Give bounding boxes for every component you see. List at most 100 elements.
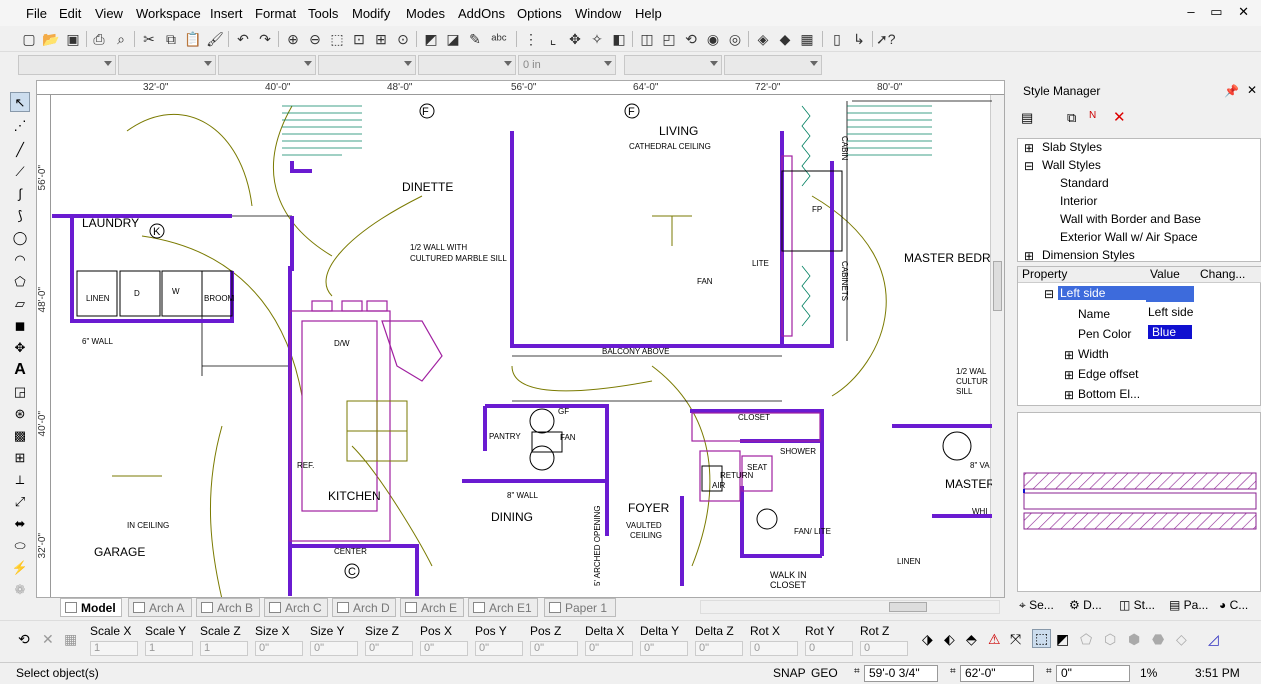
texture-icon[interactable]: ▦ — [798, 30, 816, 48]
filter-icon[interactable]: ▤ — [1021, 110, 1033, 126]
y-coord-field[interactable]: 62'-0" — [960, 665, 1034, 682]
collapse-icon[interactable]: ⊟ — [1044, 287, 1054, 301]
polygon-icon[interactable]: ⬠ — [10, 272, 30, 292]
transform-input[interactable]: 0" — [475, 641, 523, 656]
tab-selection[interactable]: ⌖ Se... — [1019, 598, 1054, 613]
fill-icon[interactable]: ◲ — [10, 382, 30, 402]
delete-icon[interactable]: ✕ — [1113, 108, 1126, 126]
light-icon[interactable]: ✧ — [588, 30, 606, 48]
transform-input[interactable]: 0 — [750, 641, 798, 656]
pin-icon[interactable]: 📌 — [1224, 84, 1239, 98]
color-icon[interactable]: ◈ — [754, 30, 772, 48]
pen-icon[interactable]: ✎ — [466, 30, 484, 48]
material-icon[interactable]: ◆ — [776, 30, 794, 48]
align-icon[interactable]: ⤧ — [1010, 631, 1021, 648]
expand-icon[interactable]: ⊞ — [1024, 249, 1034, 263]
box-icon[interactable]: ▱ — [10, 294, 30, 314]
tree-item-standard[interactable]: Standard — [1060, 176, 1109, 190]
menu-view[interactable]: View — [95, 6, 123, 21]
tab-arch-c[interactable]: Arch C — [264, 598, 328, 617]
transform-input[interactable]: 0" — [255, 641, 303, 656]
zoom-previous-icon[interactable]: ⊙ — [394, 30, 412, 48]
redo-icon[interactable]: ↷ — [256, 30, 274, 48]
transform-input[interactable]: 1 — [90, 641, 138, 656]
z-coord-field[interactable]: 0" — [1056, 665, 1130, 682]
format-painter-icon[interactable]: 🖌 — [206, 30, 224, 48]
geo-toggle[interactable]: GEO — [811, 666, 838, 680]
menu-file[interactable]: File — [26, 6, 47, 21]
solid-icon[interactable]: ◼ — [10, 316, 30, 336]
walk-icon[interactable]: ◉ — [704, 30, 722, 48]
layers-icon[interactable]: ◩ — [422, 30, 440, 48]
combo-8[interactable] — [724, 55, 822, 75]
menu-options[interactable]: Options — [517, 6, 562, 21]
tab-display[interactable]: ⚙ D... — [1069, 598, 1102, 612]
snap-grid-icon[interactable]: ⋮ — [522, 30, 540, 48]
zoom-out-icon[interactable]: ⊖ — [306, 30, 324, 48]
select-arrow-icon[interactable]: ↖ — [10, 92, 30, 112]
open-folder-icon[interactable]: 📂 — [42, 30, 60, 48]
x-coord-field[interactable]: 59'-0 3/4" — [864, 665, 938, 682]
copy-icon[interactable]: ⧉ — [162, 30, 180, 48]
horizontal-scroll-thumb[interactable] — [889, 602, 927, 612]
view-icon[interactable]: ◫ — [638, 30, 656, 48]
text-icon[interactable]: A — [10, 360, 30, 380]
tab-arch-d[interactable]: Arch D — [332, 598, 396, 617]
vertical-scrollbar[interactable] — [990, 95, 1004, 597]
print-preview-icon[interactable]: ⌕ — [112, 30, 130, 48]
group-icon[interactable]: ❁ — [10, 580, 30, 600]
arc-icon[interactable]: ◠ — [10, 250, 30, 270]
rename-icon[interactable]: N — [1089, 110, 1096, 121]
combo-2[interactable] — [118, 55, 216, 75]
orbit-icon[interactable]: ⟲ — [682, 30, 700, 48]
document-icon[interactable]: ▯ — [828, 30, 846, 48]
zoom-all-icon[interactable]: ⊞ — [372, 30, 390, 48]
collapse-icon[interactable]: ⊟ — [1024, 159, 1034, 173]
tree-item-wall-styles[interactable]: Wall Styles — [1042, 158, 1101, 172]
mirror-icon[interactable]: ⬭ — [10, 536, 30, 556]
warning-icon[interactable]: ⚠ — [988, 631, 1001, 648]
table-icon[interactable]: ▦ — [64, 631, 77, 648]
combo-4[interactable] — [318, 55, 416, 75]
measure-icon[interactable]: ⟂ — [10, 470, 30, 490]
transform-input[interactable]: 0" — [640, 641, 688, 656]
transform-input[interactable]: 0 — [860, 641, 908, 656]
move-icon[interactable]: ✥ — [10, 338, 30, 358]
snap-toggle[interactable]: SNAP — [773, 666, 806, 680]
combo-5[interactable] — [418, 55, 516, 75]
prop-left-side[interactable]: Left side — [1058, 286, 1146, 300]
slab-icon[interactable]: ◎ — [726, 30, 744, 48]
window-controls[interactable]: ‒ ▭ ✕ — [1187, 4, 1255, 20]
edit-mode-icon[interactable]: ◩ — [1056, 631, 1069, 648]
mode-icon-4[interactable]: ⬣ — [1152, 631, 1164, 648]
transform-input[interactable]: 0" — [310, 641, 358, 656]
tab-arch-b[interactable]: Arch B — [196, 598, 260, 617]
tab-palette[interactable]: ▤ Pa... — [1169, 598, 1208, 612]
vertical-scroll-thumb[interactable] — [993, 261, 1002, 311]
point-icon[interactable]: ⋰ — [10, 116, 30, 136]
transform-input[interactable]: 0" — [695, 641, 743, 656]
axis-icon[interactable]: ↳ — [850, 30, 868, 48]
prop-name-value[interactable]: Left side — [1148, 305, 1193, 319]
menu-addons[interactable]: AddOns — [458, 6, 505, 21]
prop-width[interactable]: Width — [1078, 347, 1109, 361]
tab-arch-e1[interactable]: Arch E1 — [468, 598, 538, 617]
menu-window[interactable]: Window — [575, 6, 621, 21]
spline-icon[interactable]: ⟆ — [10, 206, 30, 226]
mode-icon-1[interactable]: ⬠ — [1080, 631, 1092, 648]
transform-input[interactable]: 0" — [365, 641, 413, 656]
box-icon[interactable]: ◰ — [660, 30, 678, 48]
menu-workspace[interactable]: Workspace — [136, 6, 201, 21]
tab-model[interactable]: Model — [60, 598, 122, 617]
transform-mode-icon[interactable]: ⬗ — [922, 631, 933, 648]
extend-icon[interactable]: ⬌ — [10, 514, 30, 534]
transform-input[interactable]: 0 — [805, 641, 853, 656]
trim-icon[interactable]: ⤢ — [10, 492, 30, 512]
transform-input[interactable]: 0" — [530, 641, 578, 656]
paste-icon[interactable]: 📋 — [184, 30, 202, 48]
mode-icon-3[interactable]: ⬢ — [1128, 631, 1140, 648]
prop-edge-offset[interactable]: Edge offset — [1078, 367, 1139, 381]
menu-format[interactable]: Format — [255, 6, 296, 21]
tree-item-dimension-styles[interactable]: Dimension Styles — [1042, 248, 1135, 262]
cancel-icon[interactable]: ✕ — [42, 631, 54, 648]
